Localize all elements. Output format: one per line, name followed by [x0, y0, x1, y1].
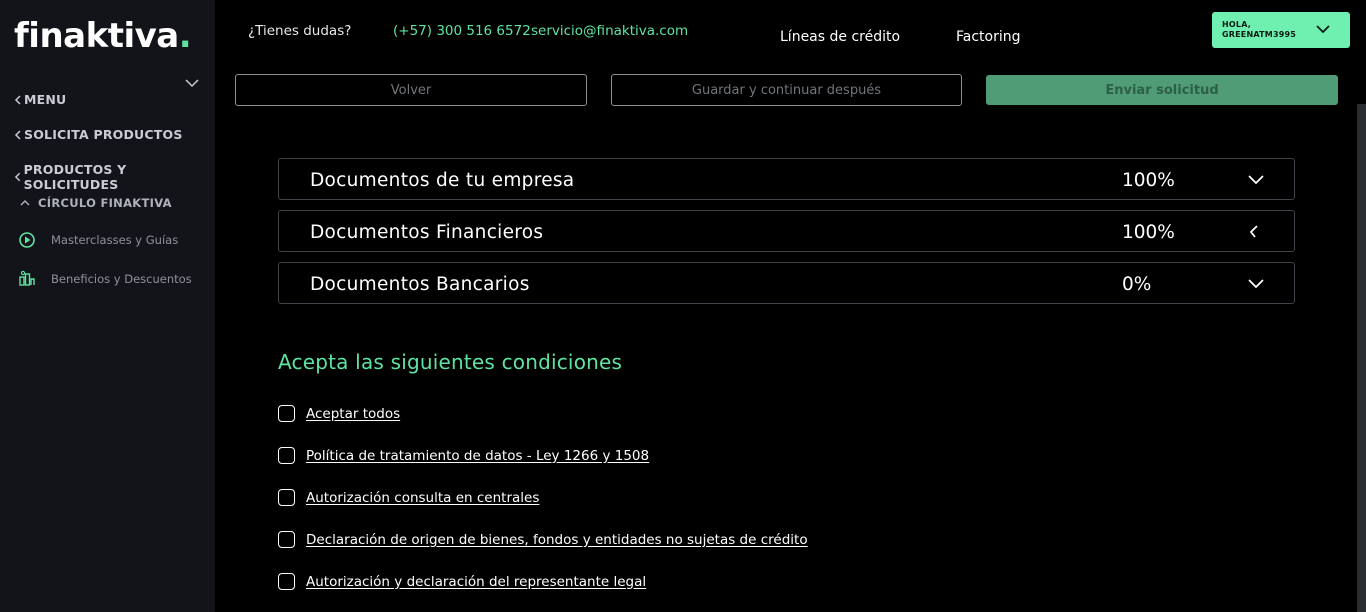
- sidebar-menu-link[interactable]: MENU: [14, 92, 66, 107]
- chevron-up-icon: [20, 200, 30, 206]
- condition-representante-legal[interactable]: Autorización y declaración del represent…: [278, 573, 646, 590]
- section-percent: 100%: [1122, 170, 1175, 191]
- phone-link[interactable]: (+57) 300 516 6572: [393, 23, 531, 39]
- sidebar-item-masterclasses[interactable]: Masterclasses y Guías: [18, 231, 178, 249]
- chevron-down-icon[interactable]: [1247, 171, 1265, 187]
- help-text: ¿Tienes dudas?: [248, 23, 352, 39]
- user-greeting: HOLA, GREENATM3995: [1222, 20, 1297, 39]
- back-button[interactable]: Volver: [235, 74, 587, 106]
- email-link[interactable]: servicio@finaktiva.com: [531, 23, 688, 39]
- finaktiva-logo[interactable]: finaktiva.: [14, 16, 192, 56]
- section-percent: 100%: [1122, 222, 1175, 243]
- checkbox[interactable]: [278, 531, 295, 548]
- nav-lineas-credito[interactable]: Líneas de crédito: [780, 29, 900, 45]
- sidebar-item-label: Beneficios y Descuentos: [51, 272, 192, 286]
- sidebar-productos-label: PRODUCTOS Y SOLICITUDES: [23, 162, 127, 192]
- sidebar-solicita-productos[interactable]: SOLICITA PRODUCTOS: [14, 127, 183, 142]
- checkbox[interactable]: [278, 447, 295, 464]
- condition-origen-bienes[interactable]: Declaración de origen de bienes, fondos …: [278, 531, 808, 548]
- checkbox[interactable]: [278, 573, 295, 590]
- condition-consulta-centrales[interactable]: Autorización consulta en centrales: [278, 489, 539, 506]
- send-request-button[interactable]: Enviar solicitud: [986, 75, 1338, 105]
- condition-link[interactable]: Política de tratamiento de datos - Ley 1…: [306, 448, 649, 464]
- section-title: Documentos de tu empresa: [310, 170, 575, 191]
- condition-link[interactable]: Aceptar todos: [306, 406, 400, 422]
- condition-aceptar-todos[interactable]: Aceptar todos: [278, 405, 400, 422]
- section-percent: 0%: [1122, 274, 1152, 295]
- checkbox[interactable]: [278, 489, 295, 506]
- conditions-title: Acepta las siguientes condiciones: [278, 350, 623, 374]
- condition-link[interactable]: Autorización consulta en centrales: [306, 490, 539, 506]
- section-documentos-financieros[interactable]: Documentos Financieros 100%: [278, 210, 1295, 252]
- sidebar-circulo-label: CÍRCULO FINAKTIVA: [38, 196, 172, 210]
- section-documentos-empresa[interactable]: Documentos de tu empresa 100%: [278, 158, 1295, 200]
- chevron-left-icon: [14, 129, 21, 140]
- chevron-down-icon[interactable]: [1247, 275, 1265, 291]
- section-title: Documentos Financieros: [310, 222, 544, 243]
- sidebar-circulo-finaktiva[interactable]: CÍRCULO FINAKTIVA: [20, 196, 172, 210]
- chevron-left-icon: [14, 94, 21, 105]
- sidebar-menu-label: MENU: [24, 92, 67, 107]
- nav-factoring[interactable]: Factoring: [956, 29, 1021, 45]
- user-menu-button[interactable]: HOLA, GREENATM3995: [1212, 12, 1350, 48]
- chevron-down-icon: [1316, 25, 1330, 34]
- condition-link[interactable]: Declaración de origen de bienes, fondos …: [306, 532, 808, 548]
- sidebar-item-label: Masterclasses y Guías: [51, 233, 179, 247]
- section-title: Documentos Bancarios: [310, 274, 530, 295]
- sidebar: finaktiva. MENU SOLICITA PRODUCTOS PRODU…: [0, 0, 215, 612]
- sidebar-productos-solicitudes[interactable]: PRODUCTOS Y SOLICITUDES: [14, 162, 215, 192]
- sidebar-item-beneficios[interactable]: Beneficios y Descuentos: [18, 270, 192, 288]
- play-circle-icon: [19, 232, 35, 248]
- benefits-icon: [19, 270, 35, 286]
- scrollbar[interactable]: [1357, 104, 1366, 612]
- sidebar-solicita-label: SOLICITA PRODUCTOS: [24, 127, 183, 142]
- chevron-down-icon[interactable]: [185, 78, 199, 88]
- save-continue-later-button[interactable]: Guardar y continuar después: [611, 74, 962, 106]
- chevron-left-icon: [14, 172, 21, 182]
- condition-link[interactable]: Autorización y declaración del represent…: [306, 574, 646, 590]
- section-documentos-bancarios[interactable]: Documentos Bancarios 0%: [278, 262, 1295, 304]
- loading-chevron-icon[interactable]: [1247, 223, 1265, 239]
- checkbox[interactable]: [278, 405, 295, 422]
- condition-politica-datos[interactable]: Política de tratamiento de datos - Ley 1…: [278, 447, 649, 464]
